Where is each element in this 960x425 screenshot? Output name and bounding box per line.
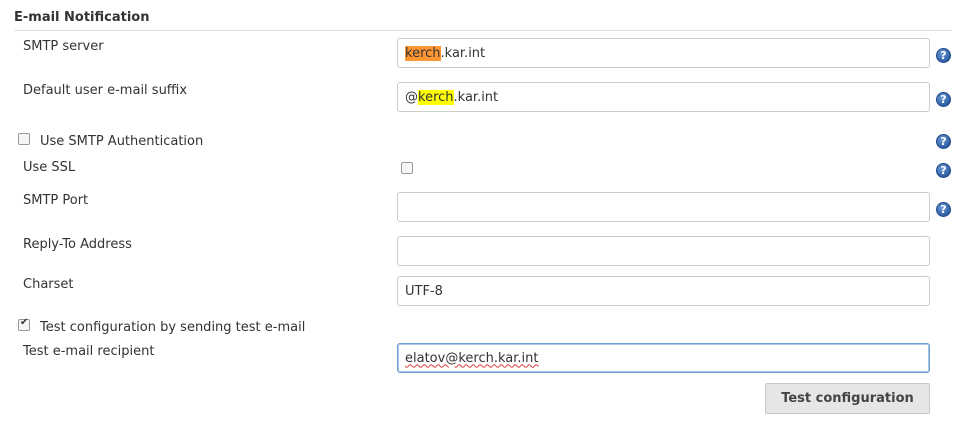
section-title: E-mail Notification <box>14 10 150 25</box>
smtp-server-value-rest: .kar.int <box>440 45 486 61</box>
smtp-server-label: SMTP server <box>23 39 104 54</box>
charset-input[interactable]: UTF-8 <box>397 276 930 306</box>
use-ssl-label: Use SSL <box>23 160 76 175</box>
email-suffix-label: Default user e-mail suffix <box>23 83 188 98</box>
reply-to-label: Reply-To Address <box>23 237 132 252</box>
test-config-label: Test configuration by sending test e-mai… <box>40 320 306 335</box>
help-icon[interactable]: ? <box>936 202 951 217</box>
test-recipient-label: Test e-mail recipient <box>23 344 155 359</box>
section-divider <box>14 30 952 31</box>
help-icon[interactable]: ? <box>936 163 951 178</box>
smtp-port-label: SMTP Port <box>23 193 89 208</box>
charset-value: UTF-8 <box>405 283 443 299</box>
use-ssl-checkbox[interactable] <box>401 162 413 174</box>
email-suffix-input[interactable]: @ kerch .kar.int <box>397 82 930 112</box>
smtp-server-input[interactable]: kerch .kar.int <box>397 38 930 68</box>
test-recipient-value: elatov@kerch.kar.int <box>405 350 539 366</box>
test-configuration-button[interactable]: Test configuration <box>765 383 930 414</box>
smtp-port-input[interactable] <box>397 192 930 222</box>
find-highlight: kerch <box>418 89 454 105</box>
smtp-auth-label: Use SMTP Authentication <box>40 134 204 149</box>
email-suffix-prefix: @ <box>405 89 418 105</box>
help-icon[interactable]: ? <box>936 48 951 63</box>
help-icon[interactable]: ? <box>936 134 951 149</box>
help-icon[interactable]: ? <box>936 92 951 107</box>
test-config-checkbox[interactable] <box>18 317 30 331</box>
find-highlight-current: kerch <box>405 45 441 61</box>
email-suffix-value-rest: .kar.int <box>453 89 499 105</box>
charset-label: Charset <box>23 277 74 292</box>
reply-to-input[interactable] <box>397 236 930 266</box>
smtp-auth-checkbox[interactable] <box>18 133 30 145</box>
test-recipient-input[interactable]: elatov@kerch.kar.int <box>397 343 930 373</box>
